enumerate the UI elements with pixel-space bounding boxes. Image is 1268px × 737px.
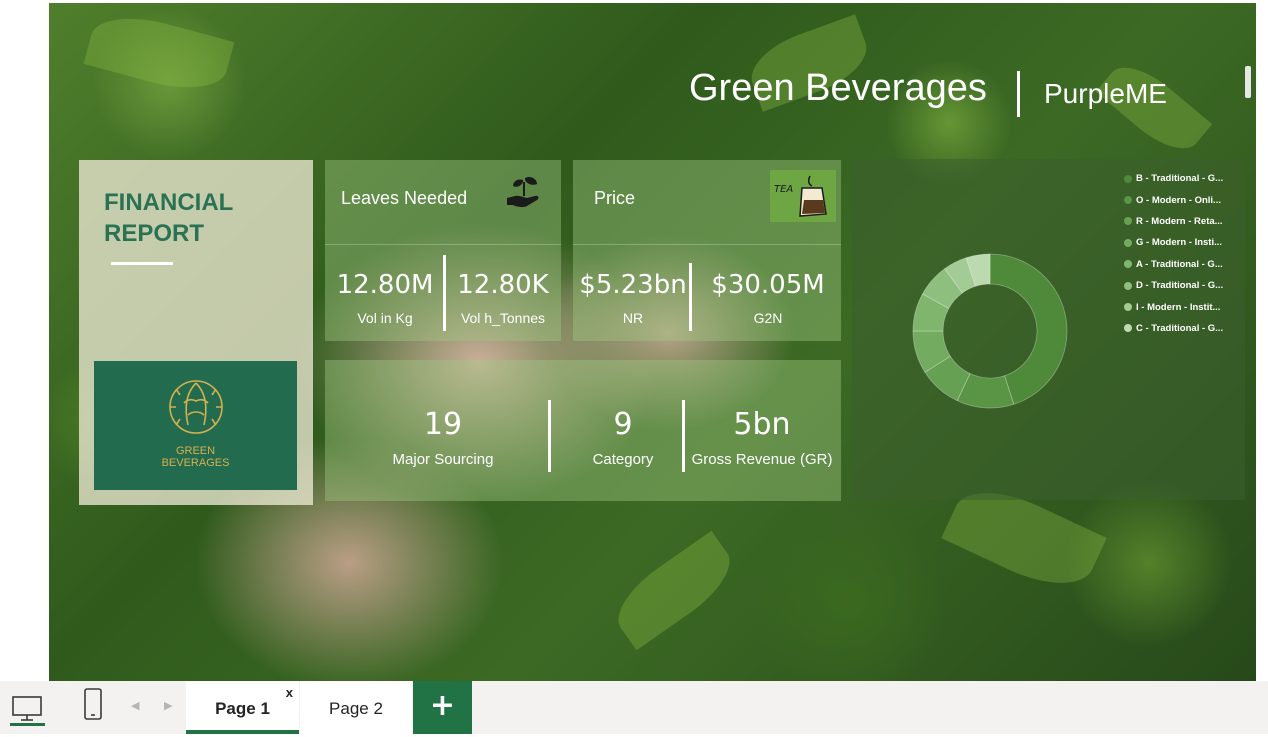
legend-dot-icon: [1124, 281, 1132, 290]
legend-item[interactable]: A - Traditional - G...: [1124, 254, 1244, 275]
financial-report-panel: FINANCIAL REPORT GREEN BEVERAGES: [79, 160, 313, 505]
next-page-icon[interactable]: ▶: [164, 699, 178, 715]
legend-dot-icon: [1124, 238, 1132, 247]
report-title: Green Beverages: [689, 67, 987, 109]
major-sourcing-value: 19: [423, 407, 463, 442]
legend-dot-icon: [1124, 174, 1132, 183]
chart-legend: B - Traditional - G... O - Modern - Onli.…: [1124, 168, 1244, 339]
price-card[interactable]: Price TEA $5.23bn NR $30.05M G2N: [573, 160, 841, 341]
report-subtitle: PurpleME: [1044, 78, 1167, 109]
legend-item[interactable]: G - Modern - Insti...: [1124, 232, 1244, 253]
previous-page-icon[interactable]: ◀: [131, 699, 145, 715]
g2n-label: G2N: [753, 310, 783, 326]
legend-label: D - Traditional - G...: [1136, 280, 1224, 292]
tea-bag-graphic: TEA: [774, 175, 827, 217]
legend-item[interactable]: C - Traditional - G...: [1124, 318, 1244, 339]
metric-separator: [548, 400, 551, 472]
background-leaf: [83, 5, 235, 101]
report-canvas: Green Beverages PurpleME FINANCIAL REPOR…: [49, 3, 1256, 681]
page-tab-bar: ◀ ▶ Page 1 x Page 2 +: [0, 681, 1268, 734]
legend-label: R - Modern - Reta...: [1136, 215, 1223, 227]
legend-item[interactable]: B - Traditional - G...: [1124, 168, 1244, 189]
vol-tonnes-value: 12.80K: [457, 270, 549, 300]
legend-dot-icon: [1124, 303, 1132, 312]
nr-label: NR: [622, 310, 644, 326]
legend-label: C - Traditional - G...: [1136, 322, 1224, 334]
active-tab-indicator: [186, 730, 299, 734]
leaves-needed-card[interactable]: Leaves Needed 12.80M Vol in Kg 12.80K Vo…: [325, 160, 561, 341]
legend-dot-icon: [1124, 324, 1132, 333]
legend-item[interactable]: O - Modern - Onli...: [1124, 189, 1244, 210]
card-title: Price: [594, 188, 636, 208]
category-value: 9: [613, 407, 633, 442]
nr-value: $5.23bn: [579, 270, 687, 300]
legend-dot-icon: [1124, 260, 1132, 269]
desktop-view-icon[interactable]: [8, 689, 46, 727]
vol-kg-value: 12.80M: [336, 270, 434, 300]
tab-label: Page 1: [215, 699, 270, 718]
tab-label: Page 2: [329, 699, 383, 718]
category-label: Category: [592, 451, 654, 468]
metric-separator: [689, 263, 692, 331]
legend-item[interactable]: R - Modern - Reta...: [1124, 211, 1244, 232]
vertical-scrollbar[interactable]: [1245, 66, 1251, 98]
legend-label: I - Modern - Instit...: [1136, 301, 1221, 313]
card-divider: [573, 244, 841, 245]
financial-report-title: FINANCIAL REPORT: [104, 189, 233, 247]
legend-item[interactable]: D - Traditional - G...: [1124, 275, 1244, 296]
legend-label: G - Modern - Insti...: [1136, 237, 1223, 249]
mobile-view-icon[interactable]: [80, 687, 106, 721]
tab-page-1[interactable]: Page 1 x: [186, 681, 299, 734]
vol-tonnes-label: Vol h_Tonnes: [460, 310, 546, 326]
vol-kg-label: Vol in Kg: [357, 310, 413, 326]
legend-label: A - Traditional - G...: [1136, 258, 1223, 270]
brand-logo: GREEN BEVERAGES: [94, 361, 297, 490]
title-separator: [1017, 71, 1020, 117]
metric-separator: [682, 400, 685, 472]
tab-page-2[interactable]: Page 2: [300, 681, 412, 734]
gross-revenue-label: Gross Revenue (GR): [691, 451, 833, 468]
tea-bag-icon: TEA: [770, 170, 836, 222]
close-tab-icon[interactable]: x: [286, 665, 293, 721]
plant-hand-icon: [507, 176, 539, 208]
card-title: Leaves Needed: [341, 188, 468, 208]
legend-dot-icon: [1124, 196, 1132, 205]
sourcing-metrics-card[interactable]: 19 Major Sourcing 9 Category 5bn Gross R…: [325, 360, 841, 501]
channel-donut-chart-panel: B - Traditional - G... O - Modern - Onli.…: [852, 159, 1245, 500]
card-divider: [325, 244, 561, 245]
logo-text-line: GREEN: [175, 445, 216, 457]
legend-dot-icon: [1124, 217, 1132, 226]
desktop-view-indicator: [10, 723, 45, 726]
background-leaf: [604, 530, 744, 651]
logo-text-line: BEVERAGES: [161, 457, 230, 469]
donut-chart[interactable]: [910, 251, 1070, 411]
gross-revenue-value: 5bn: [733, 407, 791, 442]
add-page-button[interactable]: +: [413, 681, 472, 734]
legend-label: B - Traditional - G...: [1136, 173, 1224, 185]
g2n-value: $30.05M: [711, 270, 825, 300]
logo-text: GREEN BEVERAGES: [94, 445, 297, 469]
tea-leaf-logo-icon: [169, 380, 223, 434]
title-underline: [111, 262, 173, 265]
legend-item[interactable]: I - Modern - Instit...: [1124, 296, 1244, 317]
svg-text:TEA: TEA: [774, 184, 793, 195]
legend-label: O - Modern - Onli...: [1136, 194, 1221, 206]
major-sourcing-label: Major Sourcing: [392, 451, 494, 468]
